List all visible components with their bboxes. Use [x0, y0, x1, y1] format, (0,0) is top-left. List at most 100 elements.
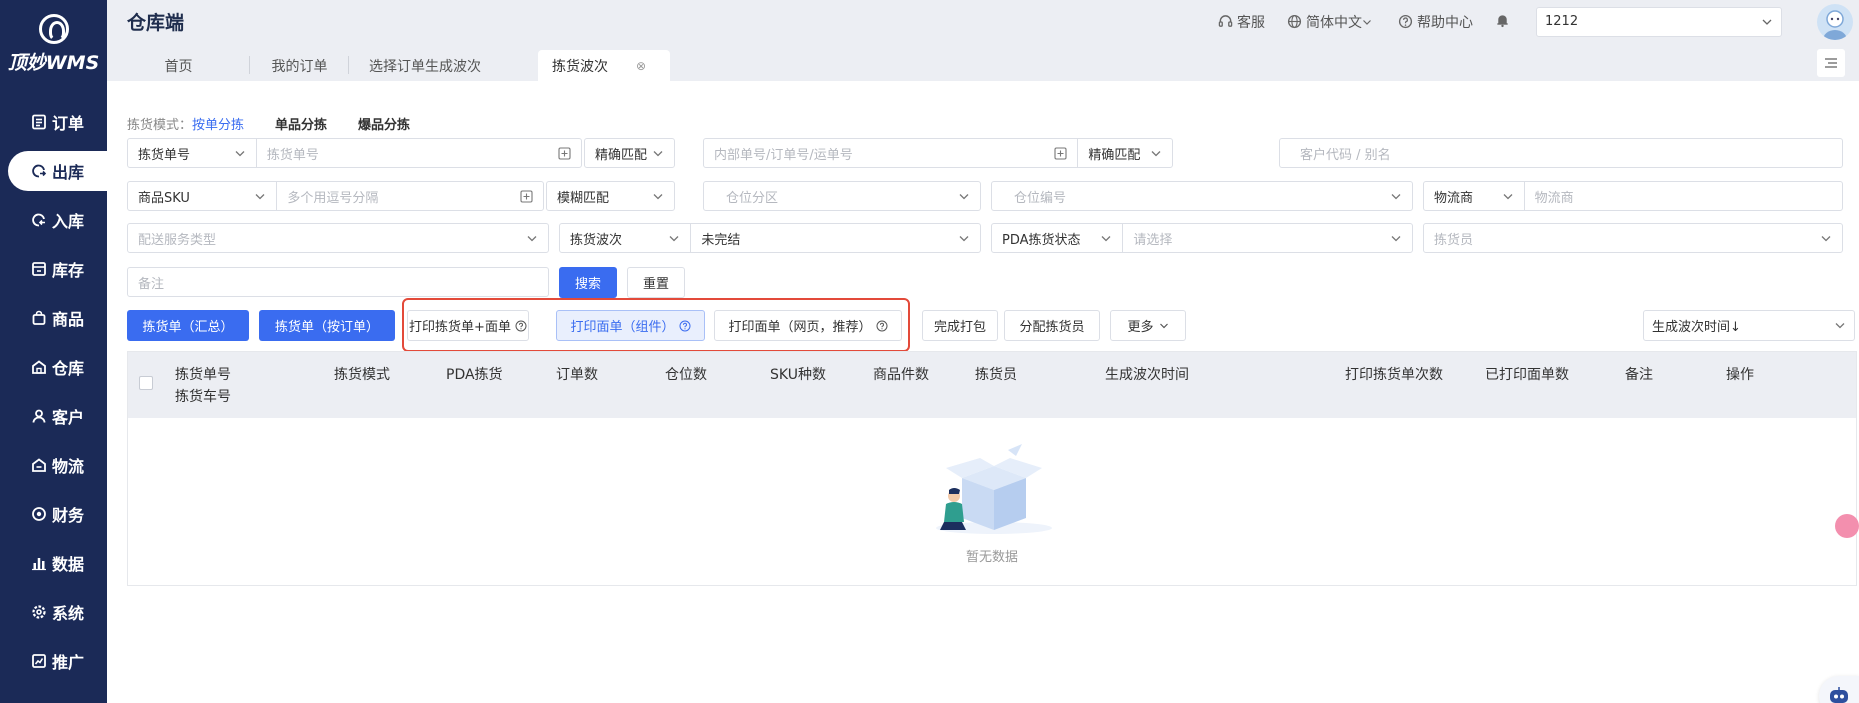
globe-icon — [1287, 14, 1302, 29]
remark-input[interactable]: 备注 — [127, 267, 549, 297]
more-dropdown-button[interactable]: 更多 — [1110, 310, 1186, 341]
pick-no-type-select[interactable]: 拣货单号 — [128, 139, 257, 167]
column-sku-count: SKU种数 — [770, 367, 826, 383]
sku-input[interactable]: 多个用逗号分隔 — [277, 182, 543, 210]
chevron-down-icon — [1762, 19, 1772, 25]
pda-label-select[interactable]: PDA拣货状态 — [992, 224, 1124, 252]
chevron-down-icon — [1821, 236, 1831, 242]
column-order-count: 订单数 — [556, 367, 598, 383]
finish-pack-button[interactable]: 完成打包 — [922, 310, 998, 341]
chevron-down-icon — [959, 194, 969, 200]
sidebar-item-data[interactable]: 数据 — [0, 543, 107, 583]
match-select-1[interactable]: 精确匹配 — [584, 138, 675, 168]
chevron-down-icon — [669, 236, 679, 242]
sidebar-item-logistics[interactable]: 物流 — [0, 445, 107, 485]
sidebar-item-promotion[interactable]: 推广 — [0, 641, 107, 681]
sort-select[interactable]: 生成波次时间↓ — [1643, 310, 1855, 341]
match-value: 精确匹配 — [1088, 147, 1141, 163]
button-label: 打印面单（网页，推荐） — [728, 320, 872, 335]
tab-my-orders[interactable]: 我的订单 — [250, 50, 349, 81]
match-select-3[interactable]: 模糊匹配 — [546, 181, 675, 211]
sku-type-select[interactable]: 商品SKU — [128, 182, 278, 210]
sidebar-item-warehouse[interactable]: 仓库 — [0, 347, 107, 387]
print-label-component-button[interactable]: 打印面单（组件） — [556, 310, 705, 341]
sidebar-item-goods[interactable]: 商品 — [0, 298, 107, 338]
order-no-filter: 内部单号/订单号/运单号 精确匹配 — [703, 138, 1173, 168]
store-select[interactable]: 1212 — [1536, 6, 1782, 37]
button-label: 打印拣货单+面单 — [409, 320, 511, 335]
print-label-web-button[interactable]: 打印面单（网页，推荐） — [714, 310, 902, 341]
chevron-down-icon — [1391, 236, 1401, 242]
column-label: 拣货车号 — [175, 389, 231, 405]
add-box-icon[interactable] — [520, 190, 533, 203]
sidebar-item-inventory[interactable]: 库存 — [0, 249, 107, 289]
order-no-input[interactable]: 内部单号/订单号/运单号 — [704, 139, 1079, 167]
customer-service-label: 客服 — [1237, 14, 1265, 31]
button-label: 打印面单（组件） — [570, 320, 675, 335]
tab-home[interactable]: 首页 — [107, 50, 250, 81]
sidebar-item-label: 物流 — [52, 457, 85, 476]
sidebar-item-outbound[interactable]: 出库 — [8, 151, 107, 191]
avatar[interactable] — [1817, 3, 1853, 40]
column-printed-label-count: 已打印面单数 — [1485, 367, 1569, 383]
customer-service-link[interactable]: 客服 — [1218, 12, 1265, 32]
carrier-label-select[interactable]: 物流商 — [1424, 182, 1525, 210]
pda-status-select[interactable]: 请选择 — [1123, 224, 1412, 252]
pick-no-placeholder: 拣货单号 — [266, 147, 319, 163]
carrier-placeholder: 物流商 — [1534, 190, 1574, 206]
close-icon[interactable]: ⊗ — [636, 59, 646, 73]
tab-label: 拣货波次 — [552, 58, 608, 75]
menu-icon[interactable] — [1817, 49, 1845, 77]
column-picker: 拣货员 — [975, 367, 1017, 383]
picker-select[interactable]: 拣货员 — [1423, 223, 1843, 253]
logo-mark-icon — [38, 13, 69, 44]
location-placeholder: 仓位编号 — [1014, 190, 1067, 206]
inventory-icon — [30, 260, 48, 278]
delivery-service-placeholder: 配送服务类型 — [138, 232, 217, 248]
language-select[interactable]: 简体中文 — [1287, 12, 1376, 32]
sidebar-item-finance[interactable]: 财务 — [0, 494, 107, 534]
sidebar-item-system[interactable]: 系统 — [0, 592, 107, 632]
help-icon — [1398, 14, 1413, 29]
pda-label: PDA拣货状态 — [1002, 232, 1081, 248]
help-center-link[interactable]: 帮助中心 — [1398, 12, 1473, 32]
carrier-input[interactable]: 物流商 — [1525, 182, 1842, 210]
pick-list-by-order-button[interactable]: 拣货单（按订单） — [259, 310, 395, 341]
delivery-service-select[interactable]: 配送服务类型 — [127, 223, 549, 253]
tab-create-wave[interactable]: 选择订单生成波次 — [349, 50, 501, 81]
wave-status-select[interactable]: 未完结 — [691, 224, 980, 252]
pick-mode-single[interactable]: 单品分拣 — [275, 114, 327, 133]
reset-button[interactable]: 重置 — [627, 267, 685, 298]
top-right-tools: 客服 简体中文 帮助中心 1212 — [1218, 0, 1859, 43]
pick-no-input[interactable]: 拣货单号 — [257, 139, 581, 167]
print-pick-and-label-button[interactable]: 打印拣货单+面单 — [407, 310, 529, 341]
location-select[interactable]: 仓位编号 — [991, 181, 1413, 211]
pick-mode-hot[interactable]: 爆品分拣 — [358, 114, 410, 133]
bell-icon[interactable] — [1495, 12, 1510, 32]
tab-label: 选择订单生成波次 — [369, 58, 481, 75]
zone-select[interactable]: 仓位分区 — [703, 181, 981, 211]
floating-tool-icon[interactable] — [1835, 514, 1859, 538]
assign-picker-button[interactable]: 分配拣货员 — [1004, 310, 1100, 341]
match-select-2[interactable]: 精确匹配 — [1078, 139, 1172, 167]
pick-mode-by-order[interactable]: 按单分拣 — [192, 114, 244, 133]
select-all-checkbox[interactable] — [139, 376, 153, 390]
chat-bot-icon[interactable] — [1819, 676, 1859, 703]
order-list-icon — [30, 113, 48, 131]
table-header: 拣货单号 拣货车号 拣货模式 PDA拣货 订单数 仓位数 SKU种数 商品件数 … — [128, 352, 1856, 418]
inbound-icon — [30, 211, 48, 229]
search-button[interactable]: 搜索 — [559, 267, 617, 298]
sidebar-item-customer[interactable]: 客户 — [0, 396, 107, 436]
empty-state: 暂无数据 — [128, 418, 1856, 585]
pick-no-type-value: 拣货单号 — [138, 147, 191, 163]
sidebar-item-inbound[interactable]: 入库 — [0, 200, 107, 240]
sidebar-item-order[interactable]: 订单 — [0, 102, 107, 142]
add-box-icon[interactable] — [558, 147, 571, 160]
wave-label-select[interactable]: 拣货波次 — [560, 224, 692, 252]
pick-list-summary-button[interactable]: 拣货单（汇总） — [127, 310, 249, 341]
tab-pick-wave[interactable]: 拣货波次 ⊗ — [538, 50, 670, 81]
customer-code-input[interactable]: 客户代码 / 别名 — [1279, 138, 1843, 168]
tab-label: 首页 — [164, 58, 193, 75]
add-box-icon[interactable] — [1054, 147, 1067, 160]
help-icon — [515, 320, 527, 331]
